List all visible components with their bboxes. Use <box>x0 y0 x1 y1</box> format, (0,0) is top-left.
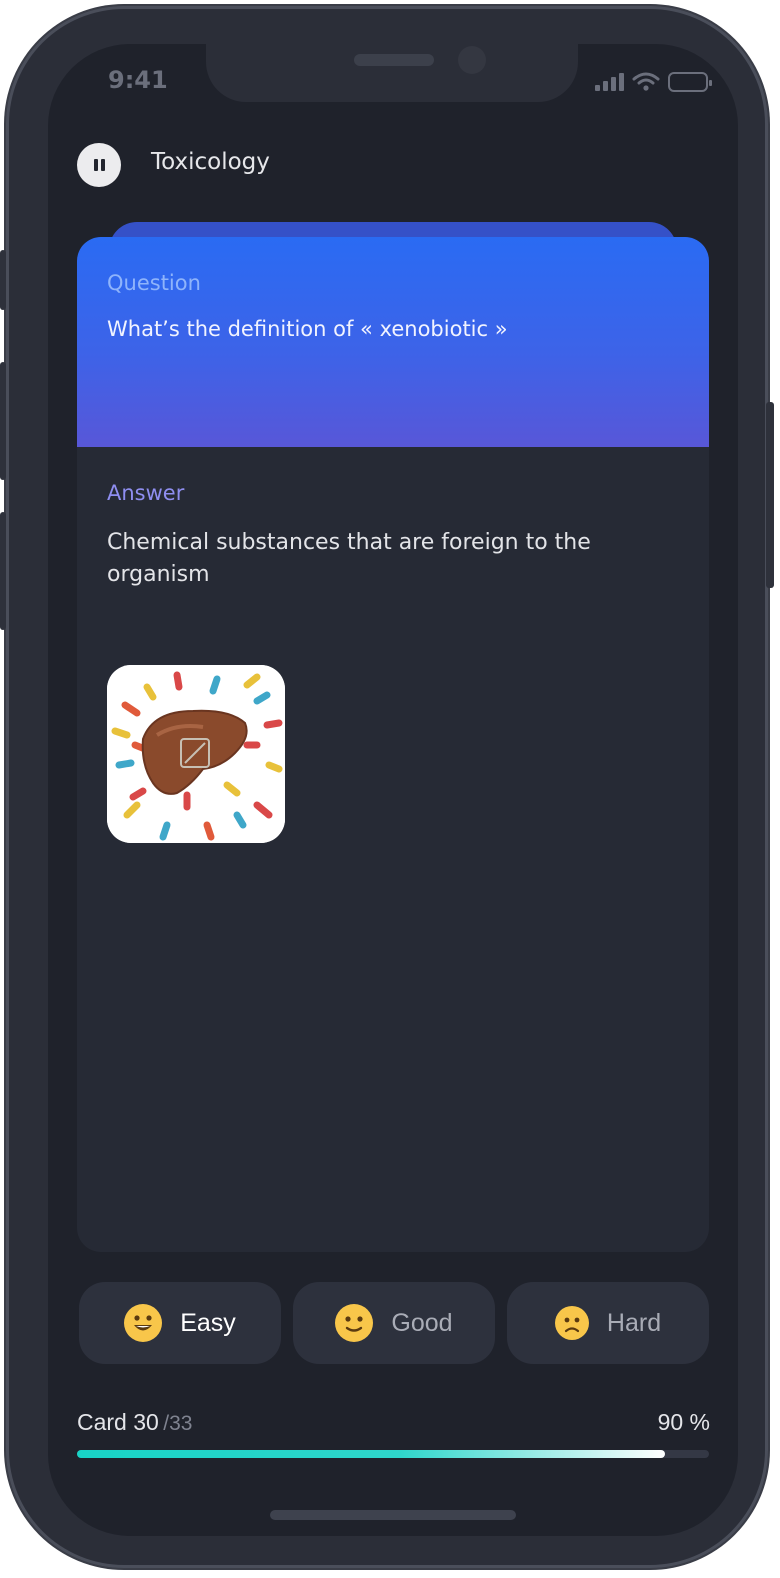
progress-percent: 90 % <box>657 1409 710 1435</box>
deck-title: Toxicology <box>151 149 270 175</box>
cellular-signal-icon <box>595 73 624 91</box>
pause-button[interactable] <box>77 143 121 187</box>
liver-with-pills-image <box>107 665 285 843</box>
camera <box>458 46 486 74</box>
progress-bar <box>77 1450 709 1458</box>
good-button[interactable]: Good <box>293 1282 495 1364</box>
volume-up-button <box>0 362 6 480</box>
speaker <box>354 54 434 66</box>
answer-label: Answer <box>107 481 185 505</box>
question-text: What’s the definition of « xenobiotic » <box>107 317 508 341</box>
flashcard[interactable]: Question What’s the definition of « xeno… <box>77 237 709 1252</box>
question-section: Question What’s the definition of « xeno… <box>77 237 709 447</box>
frowning-face-icon <box>554 1306 589 1340</box>
easy-label: Easy <box>180 1308 236 1337</box>
pause-icon <box>93 159 98 171</box>
answer-image[interactable] <box>107 665 285 843</box>
wifi-icon <box>632 72 660 91</box>
power-button <box>766 402 774 588</box>
notch <box>206 44 578 102</box>
total-cards: /33 <box>163 1412 193 1435</box>
grinning-face-icon <box>124 1304 163 1342</box>
hard-label: Hard <box>606 1308 662 1337</box>
easy-button[interactable]: Easy <box>79 1282 281 1364</box>
answer-text: Chemical substances that are foreign to … <box>107 530 591 587</box>
battery-icon <box>668 72 712 92</box>
volume-down-button <box>0 512 6 630</box>
slight-smile-face-icon <box>335 1304 374 1342</box>
good-label: Good <box>391 1308 453 1337</box>
home-indicator[interactable] <box>270 1510 516 1520</box>
hard-button[interactable]: Hard <box>507 1282 709 1364</box>
answer-section: Answer Chemical substances that are fore… <box>77 447 709 591</box>
app-screen: 9:41 Toxicology Question What’s the defi… <box>48 44 738 1536</box>
silent-switch <box>0 250 6 310</box>
status-icons <box>595 72 712 92</box>
current-card: Card 30 <box>77 1409 159 1435</box>
progress-fill <box>77 1450 665 1458</box>
rating-buttons: Easy Good Hard <box>79 1282 709 1364</box>
question-label: Question <box>107 271 201 295</box>
device-frame: 9:41 Toxicology Question What’s the defi… <box>0 6 774 1568</box>
card-counter: Card 30 /33 <box>77 1409 192 1436</box>
status-time: 9:41 <box>108 66 168 94</box>
